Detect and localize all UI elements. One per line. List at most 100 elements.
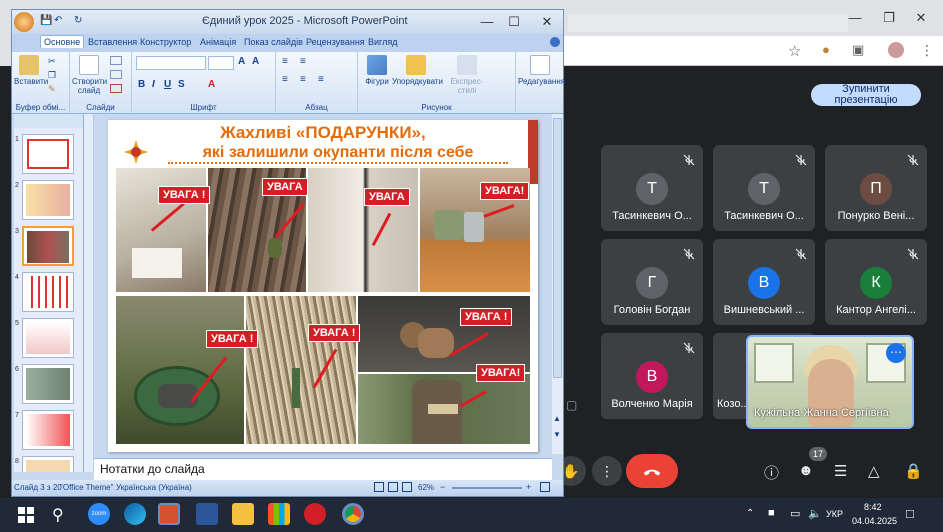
save-icon[interactable]: 💾 (40, 15, 52, 26)
align-left-icon[interactable]: ≡ (282, 74, 288, 85)
help-icon[interactable] (550, 37, 560, 47)
slide-scrollbar[interactable]: ▲ ▼ (552, 114, 563, 454)
tab-home[interactable]: Основне (40, 35, 85, 48)
media-app-icon[interactable] (304, 503, 326, 525)
notes-pane[interactable]: Нотатки до слайда (94, 458, 552, 480)
word-icon[interactable] (196, 503, 218, 525)
font-size-select[interactable] (208, 56, 234, 70)
scroll-thumb[interactable] (553, 118, 562, 378)
restore-icon[interactable]: ❐ (874, 10, 904, 26)
file-explorer-icon[interactable] (232, 503, 254, 525)
participant-tile[interactable]: В Вишневський ... (713, 239, 815, 325)
tab-design[interactable]: Конструктор (140, 37, 191, 47)
shrink-font-icon[interactable]: A (252, 56, 259, 67)
font-name-select[interactable] (136, 56, 206, 70)
editing-button[interactable]: Редагування (518, 55, 565, 86)
tab-review[interactable]: Рецензування (306, 37, 365, 47)
presenter-video-tile[interactable]: ⋯ Кужільна Жанна Сергіївна (746, 335, 914, 429)
thumbnails-scrollbar[interactable] (84, 114, 94, 472)
close-icon[interactable]: ✕ (906, 10, 936, 26)
redo-icon[interactable]: ↻ (74, 15, 82, 26)
arrange-button[interactable]: Упорядкувати (392, 55, 443, 86)
undo-icon[interactable]: ↶ (54, 15, 62, 26)
office-button[interactable] (14, 12, 34, 32)
windows-start-icon[interactable] (18, 507, 34, 523)
minimize-icon[interactable]: — (840, 10, 870, 25)
slide-thumbnail[interactable] (22, 456, 74, 472)
tray-chevron-icon[interactable]: ⌃ (746, 508, 754, 519)
tab-slideshow[interactable]: Показ слайдів (244, 37, 303, 47)
host-controls-lock-icon[interactable]: 🔒 (904, 462, 923, 480)
slide-thumbnails-pane[interactable]: 1 2 3 4 5 6 7 8 (14, 114, 84, 472)
bookmark-star-icon[interactable]: ☆ (788, 42, 801, 60)
participant-tile[interactable]: П Понурко Вені... (825, 145, 927, 231)
slide-thumbnail[interactable] (22, 318, 74, 358)
pane-tabs[interactable] (14, 114, 83, 128)
new-slide-button[interactable]: Створити слайд (72, 55, 107, 95)
participant-tile[interactable]: Т Тасинкевич О... (601, 145, 703, 231)
notifications-icon[interactable]: □ (906, 506, 914, 521)
stop-presenting-button[interactable]: Зупинити презентацію (811, 84, 921, 106)
slide-thumbnail[interactable] (22, 410, 74, 450)
bold-button[interactable]: B (138, 79, 145, 90)
zoom-app-icon[interactable]: zoom (88, 503, 110, 525)
participant-tile[interactable]: Г Головін Богдан (601, 239, 703, 325)
next-slide-icon[interactable]: ▼ (553, 430, 561, 439)
shapes-button[interactable]: Фігури (362, 55, 392, 86)
bullets-icon[interactable]: ≡ (282, 56, 288, 67)
slide-canvas[interactable]: Жахливі «ПОДАРУНКИ», які залишили окупан… (108, 120, 538, 452)
italic-button[interactable]: I (152, 79, 155, 90)
chrome-menu-icon[interactable]: ⋮ (920, 42, 934, 59)
language-indicator[interactable]: УКР (826, 509, 843, 519)
align-center-icon[interactable]: ≡ (300, 74, 306, 85)
more-options-icon[interactable]: ⋯ (886, 343, 906, 363)
clock-date[interactable]: 04.04.2025 (852, 516, 897, 526)
close-icon[interactable]: ✕ (532, 14, 562, 30)
format-painter-icon[interactable]: ✎ (48, 84, 56, 95)
tray-app-icon[interactable]: ■ (768, 507, 775, 519)
delete-slide-icon[interactable] (110, 84, 122, 93)
extension-dog-icon[interactable]: ● (822, 42, 830, 57)
participant-tile[interactable]: К Кантор Ангелі... (825, 239, 927, 325)
people-icon[interactable]: ☻ (798, 462, 814, 479)
search-icon[interactable]: ⚲ (52, 505, 64, 525)
slide-thumbnail-active[interactable] (22, 226, 74, 266)
address-bar[interactable] (560, 36, 943, 66)
more-options-icon[interactable]: ⋮ (592, 456, 622, 486)
edge-icon[interactable] (124, 503, 146, 525)
participant-tile[interactable]: В Волченко Марія (601, 333, 703, 419)
align-right-icon[interactable]: ≡ (318, 74, 324, 85)
sorter-view-icon[interactable] (388, 482, 398, 492)
slideshow-view-icon[interactable] (402, 482, 412, 492)
maximize-icon[interactable]: ☐ (499, 14, 529, 30)
end-call-button[interactable] (626, 454, 678, 488)
slide-thumbnail[interactable] (22, 272, 74, 312)
slide-thumbnail[interactable] (22, 180, 74, 220)
extensions-puzzle-icon[interactable]: ▣ (852, 42, 864, 58)
store-icon[interactable] (268, 503, 290, 525)
tab-view[interactable]: Вигляд (368, 37, 398, 47)
profile-avatar[interactable] (888, 42, 904, 58)
paste-button[interactable]: Вставити (14, 55, 48, 86)
grow-font-icon[interactable]: A (238, 56, 245, 67)
strikethrough-button[interactable]: S (178, 79, 185, 90)
font-color-button[interactable]: A (208, 79, 215, 90)
chat-icon[interactable]: ☰ (834, 462, 847, 480)
clock-time[interactable]: 8:42 (864, 502, 882, 512)
underline-button[interactable]: U (164, 79, 171, 90)
fit-to-window-icon[interactable] (540, 482, 550, 492)
info-icon[interactable]: ⓘ (764, 462, 779, 483)
zoom-slider[interactable] (452, 487, 522, 489)
battery-icon[interactable]: ▭ (790, 507, 800, 520)
chrome-icon[interactable] (342, 503, 364, 525)
minimize-icon[interactable]: — (472, 14, 502, 29)
quick-styles-button[interactable]: Експрес-стилі (442, 55, 492, 95)
tab-animation[interactable]: Анімація (200, 37, 236, 47)
prev-slide-icon[interactable]: ▲ (553, 414, 561, 423)
zoom-in-icon[interactable]: + (526, 482, 531, 492)
normal-view-icon[interactable] (374, 482, 384, 492)
numbering-icon[interactable]: ≡ (300, 56, 306, 67)
tab-insert[interactable]: Вставлення (88, 37, 137, 47)
slide-thumbnail[interactable] (22, 364, 74, 404)
slide-thumbnail[interactable] (22, 134, 74, 174)
